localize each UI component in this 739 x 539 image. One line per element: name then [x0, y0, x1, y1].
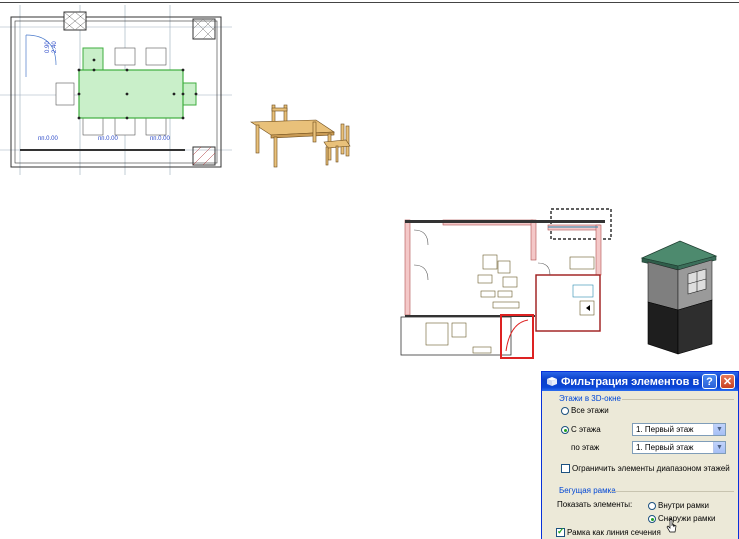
level-text-3: пп.0.00 [150, 136, 171, 142]
show-elements-label: Показать элементы: [557, 500, 633, 509]
dim-text-2: 2.40 [52, 41, 58, 53]
to-story-select[interactable]: 1. Первый этаж ▼ [632, 441, 726, 454]
mouse-pointer-icon [666, 518, 677, 533]
stories-group-title: Этажи в 3D-окне [559, 394, 621, 403]
furniture-3d-view [246, 100, 356, 170]
filter-cube-icon [547, 377, 557, 386]
to-story-label: по этаж [571, 443, 600, 452]
all-stories-radio[interactable] [561, 407, 569, 415]
marquee-group-divider [610, 491, 734, 492]
inside-marquee-label: Внутри рамки [658, 501, 709, 510]
chevron-down-icon: ▼ [713, 424, 725, 435]
help-button[interactable]: ? [702, 374, 717, 389]
building-3d-result [636, 238, 728, 358]
chevron-down-icon: ▼ [713, 442, 725, 453]
to-story-value: 1. Первый этаж [636, 443, 694, 452]
inside-marquee-radio[interactable] [648, 502, 656, 510]
dialog-title: Фильтрация элементов в 3D [561, 375, 717, 388]
marquee-cut-label: Рамка как линия сечения [567, 528, 661, 537]
level-text-2: пп.0.00 [98, 136, 119, 142]
from-story-label: С этажа [571, 425, 601, 434]
plan-with-marquee [398, 205, 616, 361]
dialog-titlebar[interactable]: Фильтрация элементов в 3D ? ✕ [542, 372, 738, 391]
filter-3d-dialog: Фильтрация элементов в 3D ? ✕ Этажи в 3D… [541, 371, 739, 539]
limit-stories-label: Ограничить элементы диапазоном этажей [572, 464, 730, 473]
from-story-select[interactable]: 1. Первый этаж ▼ [632, 423, 726, 436]
dim-text-1: 0.90 [45, 41, 51, 53]
plan-selected-table: 0.90 2.40 пп.0.00 пп.0.00 пп.0.00 [0, 5, 232, 175]
marquee-cut-checkbox[interactable] [556, 526, 565, 537]
from-story-value: 1. Первый этаж [636, 425, 694, 434]
from-story-radio[interactable] [561, 426, 569, 434]
stories-group-divider [622, 399, 734, 400]
marquee-group-title: Бегущая рамка [559, 486, 616, 495]
top-rule [0, 2, 739, 3]
limit-stories-checkbox[interactable] [561, 464, 570, 473]
close-button[interactable]: ✕ [720, 374, 735, 389]
all-stories-label: Все этажи [571, 406, 609, 415]
marquee-frame [550, 208, 612, 240]
level-text-1: пп.0.00 [38, 136, 59, 142]
outside-marquee-radio[interactable] [648, 515, 656, 523]
